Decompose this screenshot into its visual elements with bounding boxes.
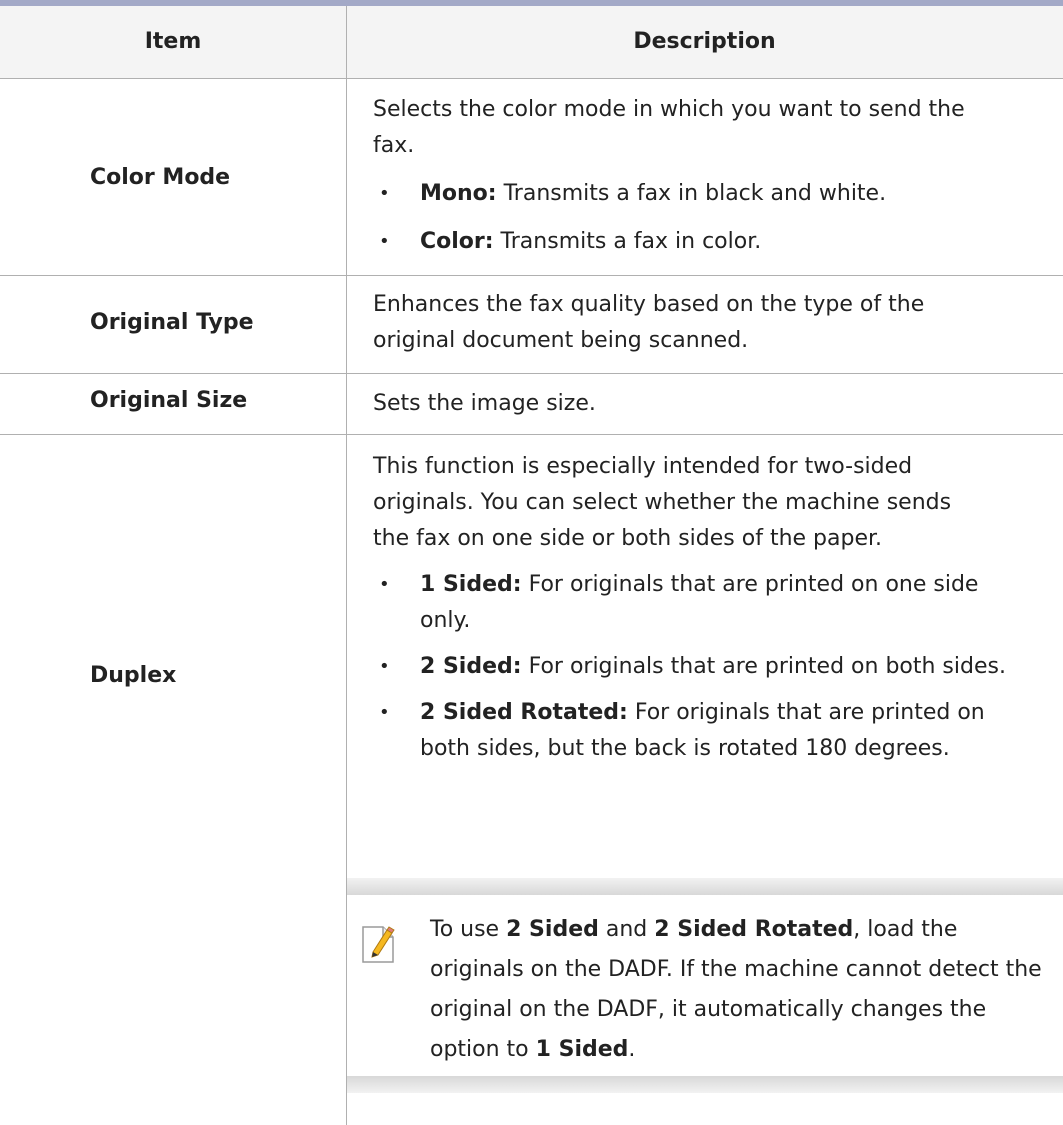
- bullet-icon: •: [379, 656, 390, 677]
- desc-text: the fax on one side or both sides of the…: [373, 526, 883, 551]
- column-divider: [346, 276, 347, 374]
- desc-text: Sets the image size.: [373, 391, 596, 416]
- list-item: • 2 Sided: For originals that are printed…: [373, 649, 1053, 685]
- table-row: Color Mode Selects the color mode in whi…: [0, 79, 1063, 276]
- list-item: • Color: Transmits a fax in color.: [373, 224, 1053, 260]
- desc-original-size: Sets the image size.: [373, 386, 1053, 422]
- desc-original-type: Enhances the fax quality based on the ty…: [373, 287, 1053, 359]
- bullet-text: For originals that are printed on one si…: [521, 572, 979, 597]
- bullet-label: Color:: [420, 229, 494, 254]
- bullet-text: For originals that are printed on: [627, 700, 985, 725]
- spec-table: Item Description Color Mode Selects the …: [0, 0, 1063, 1125]
- bullet-text: Transmits a fax in black and white.: [496, 181, 887, 206]
- list-item: • 1 Sided: For originals that are printed…: [373, 567, 1053, 639]
- bullet-label: 2 Sided:: [420, 654, 522, 679]
- bullet-text: Transmits a fax in color.: [493, 229, 762, 254]
- desc-duplex: This function is especially intended for…: [373, 449, 1053, 767]
- bullet-icon: •: [379, 183, 390, 204]
- column-divider: [346, 6, 347, 79]
- bullet-text: both sides, but the back is rotated 180 …: [420, 736, 950, 761]
- desc-text: original document being scanned.: [373, 328, 749, 353]
- table-row: Original Size Sets the image size.: [0, 374, 1063, 435]
- note-box: To use 2 Sided and 2 Sided Rotated, load…: [347, 878, 1063, 1093]
- column-divider: [346, 79, 347, 276]
- note-text: To use 2 Sided and 2 Sided Rotated, load…: [430, 917, 1042, 1062]
- bullet-text: For originals that are printed on both s…: [521, 654, 1006, 679]
- header-description: Description: [633, 29, 776, 54]
- desc-text: originals. You can select whether the ma…: [373, 490, 952, 515]
- bullet-icon: •: [379, 574, 390, 595]
- desc-text: This function is especially intended for…: [373, 454, 913, 479]
- item-color-mode: Color Mode: [90, 165, 231, 190]
- desc-color-mode: Selects the color mode in which you want…: [373, 92, 1053, 260]
- note-bottom-bar: [347, 1076, 1063, 1093]
- desc-text: Enhances the fax quality based on the ty…: [373, 292, 925, 317]
- list-item: • 2 Sided Rotated: For originals that are…: [373, 695, 1053, 767]
- bullet-label: 1 Sided:: [420, 572, 522, 597]
- desc-text: fax.: [373, 133, 415, 158]
- item-original-size: Original Size: [90, 388, 248, 413]
- header-item: Item: [144, 29, 202, 54]
- note-pencil-icon: [362, 926, 395, 963]
- bullet-label: Mono:: [420, 181, 497, 206]
- bullet-label: 2 Sided Rotated:: [420, 700, 628, 725]
- item-duplex: Duplex: [90, 663, 177, 688]
- bullet-icon: •: [379, 702, 390, 723]
- column-divider: [346, 374, 347, 435]
- item-original-type: Original Type: [90, 310, 254, 335]
- table-header: Item Description: [0, 6, 1063, 79]
- desc-text: Selects the color mode in which you want…: [373, 97, 965, 122]
- bullet-icon: •: [379, 231, 390, 252]
- note-top-bar: [347, 878, 1063, 895]
- bullet-text: only.: [420, 608, 471, 633]
- list-item: • Mono: Transmits a fax in black and whit…: [373, 176, 1053, 212]
- table-row: Original Type Enhances the fax quality b…: [0, 276, 1063, 374]
